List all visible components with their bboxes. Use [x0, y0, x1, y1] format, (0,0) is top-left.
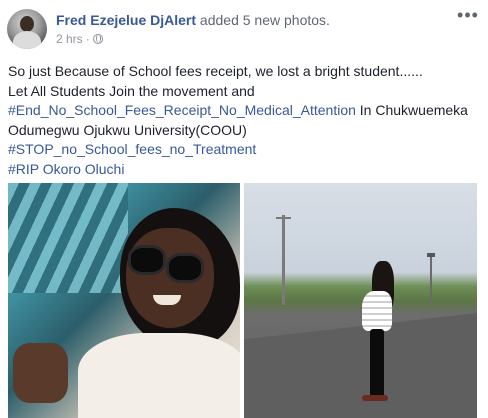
person-shirt-shape: [362, 291, 392, 331]
post-header: Fred Ezejelue DjAlert added 5 new photos…: [0, 0, 488, 60]
message-line-3: #End_No_School_Fees_Receipt_No_Medical_A…: [8, 101, 480, 121]
post-action-text: added 5 new photos.: [196, 12, 330, 28]
hashtag-link-rip-okoro-oluchi[interactable]: #RIP Okoro Oluchi: [8, 160, 480, 180]
sunglasses-left-lens: [128, 245, 166, 275]
road-shape: [244, 313, 477, 418]
post-message: So just Because of School fees receipt, …: [8, 62, 480, 179]
message-line-3-rest: In Chukwuemeka: [355, 102, 468, 118]
post-timestamp[interactable]: 2 hrs: [56, 32, 83, 46]
street-lamp-shape: [430, 255, 432, 303]
shirt-shape: [78, 333, 240, 418]
message-line-2: Let All Students Join the movement and: [8, 82, 255, 99]
person-shoes-shape: [362, 395, 388, 401]
more-options-icon[interactable]: •••: [456, 6, 480, 24]
avatar-shoulders-shape: [13, 31, 41, 49]
street-lamp-head: [427, 253, 435, 257]
author-name-link[interactable]: Fred Ezejelue DjAlert: [56, 12, 196, 28]
author-avatar[interactable]: [7, 9, 47, 49]
meta-separator: ·: [85, 32, 90, 46]
post-photo-1[interactable]: [8, 183, 240, 418]
post-meta: 2 hrs ·: [56, 32, 103, 47]
utility-pole-shape: [282, 215, 285, 305]
hand-shape: [13, 343, 68, 403]
utility-pole-crossbar: [276, 217, 291, 219]
hashtag-link-end-no-school-fees[interactable]: #End_No_School_Fees_Receipt_No_Medical_A…: [8, 102, 356, 118]
person-legs-shape: [370, 329, 384, 399]
post-photo-2[interactable]: [244, 183, 477, 418]
author-line: Fred Ezejelue DjAlert added 5 new photos…: [56, 12, 330, 29]
avatar-head-shape: [20, 16, 34, 32]
message-line-1: So just Because of School fees receipt, …: [8, 63, 423, 79]
background-window-shape: [8, 183, 128, 293]
message-line-4: Odumegwu Ojukwu University(COOU): [8, 121, 247, 138]
sunglasses-right-lens: [166, 253, 204, 283]
globe-icon[interactable]: [92, 34, 103, 44]
hashtag-link-stop-no-school-fees[interactable]: #STOP_no_School_fees_no_Treatment: [8, 140, 480, 160]
